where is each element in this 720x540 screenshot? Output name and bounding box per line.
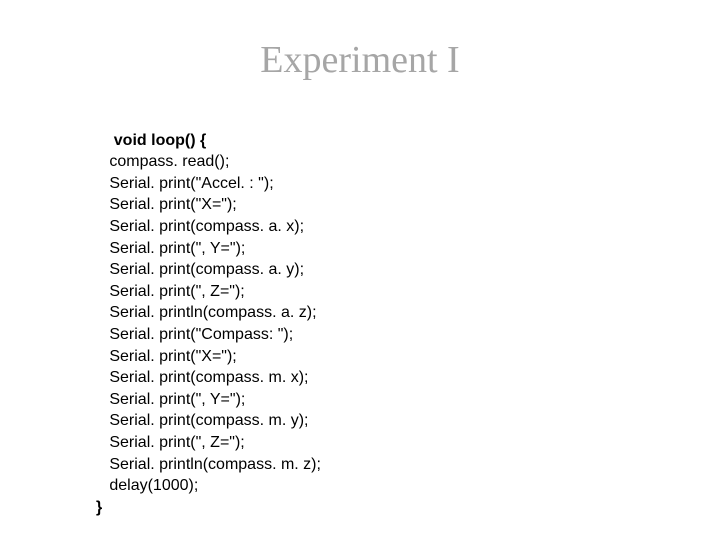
- code-line: Serial. print(", Y=");: [96, 391, 245, 408]
- function-signature-close: }: [96, 499, 102, 516]
- code-line: Serial. print("Compass: ");: [96, 326, 293, 343]
- code-line: Serial. println(compass. a. z);: [96, 304, 317, 321]
- code-line: Serial. print(compass. m. x);: [96, 369, 309, 386]
- code-line: Serial. print("Accel. : ");: [96, 175, 274, 192]
- code-line: Serial. print(compass. a. x);: [96, 218, 304, 235]
- code-block: void loop() { compass. read(); Serial. p…: [96, 108, 321, 518]
- function-signature-open: void loop() {: [114, 132, 206, 149]
- slide: Experiment I void loop() { compass. read…: [0, 0, 720, 540]
- slide-title: Experiment I: [0, 38, 720, 82]
- code-line: Serial. print(", Z=");: [96, 434, 245, 451]
- code-line: delay(1000);: [96, 477, 198, 494]
- code-line: Serial. print("X=");: [96, 196, 237, 213]
- code-line: Serial. print(", Y=");: [96, 240, 245, 257]
- code-line: Serial. print(", Z=");: [96, 283, 245, 300]
- code-line: Serial. print("X=");: [96, 348, 237, 365]
- code-line: Serial. print(compass. a. y);: [96, 261, 304, 278]
- code-line: Serial. print(compass. m. y);: [96, 412, 309, 429]
- code-line: compass. read();: [96, 153, 229, 170]
- code-line: Serial. println(compass. m. z);: [96, 456, 321, 473]
